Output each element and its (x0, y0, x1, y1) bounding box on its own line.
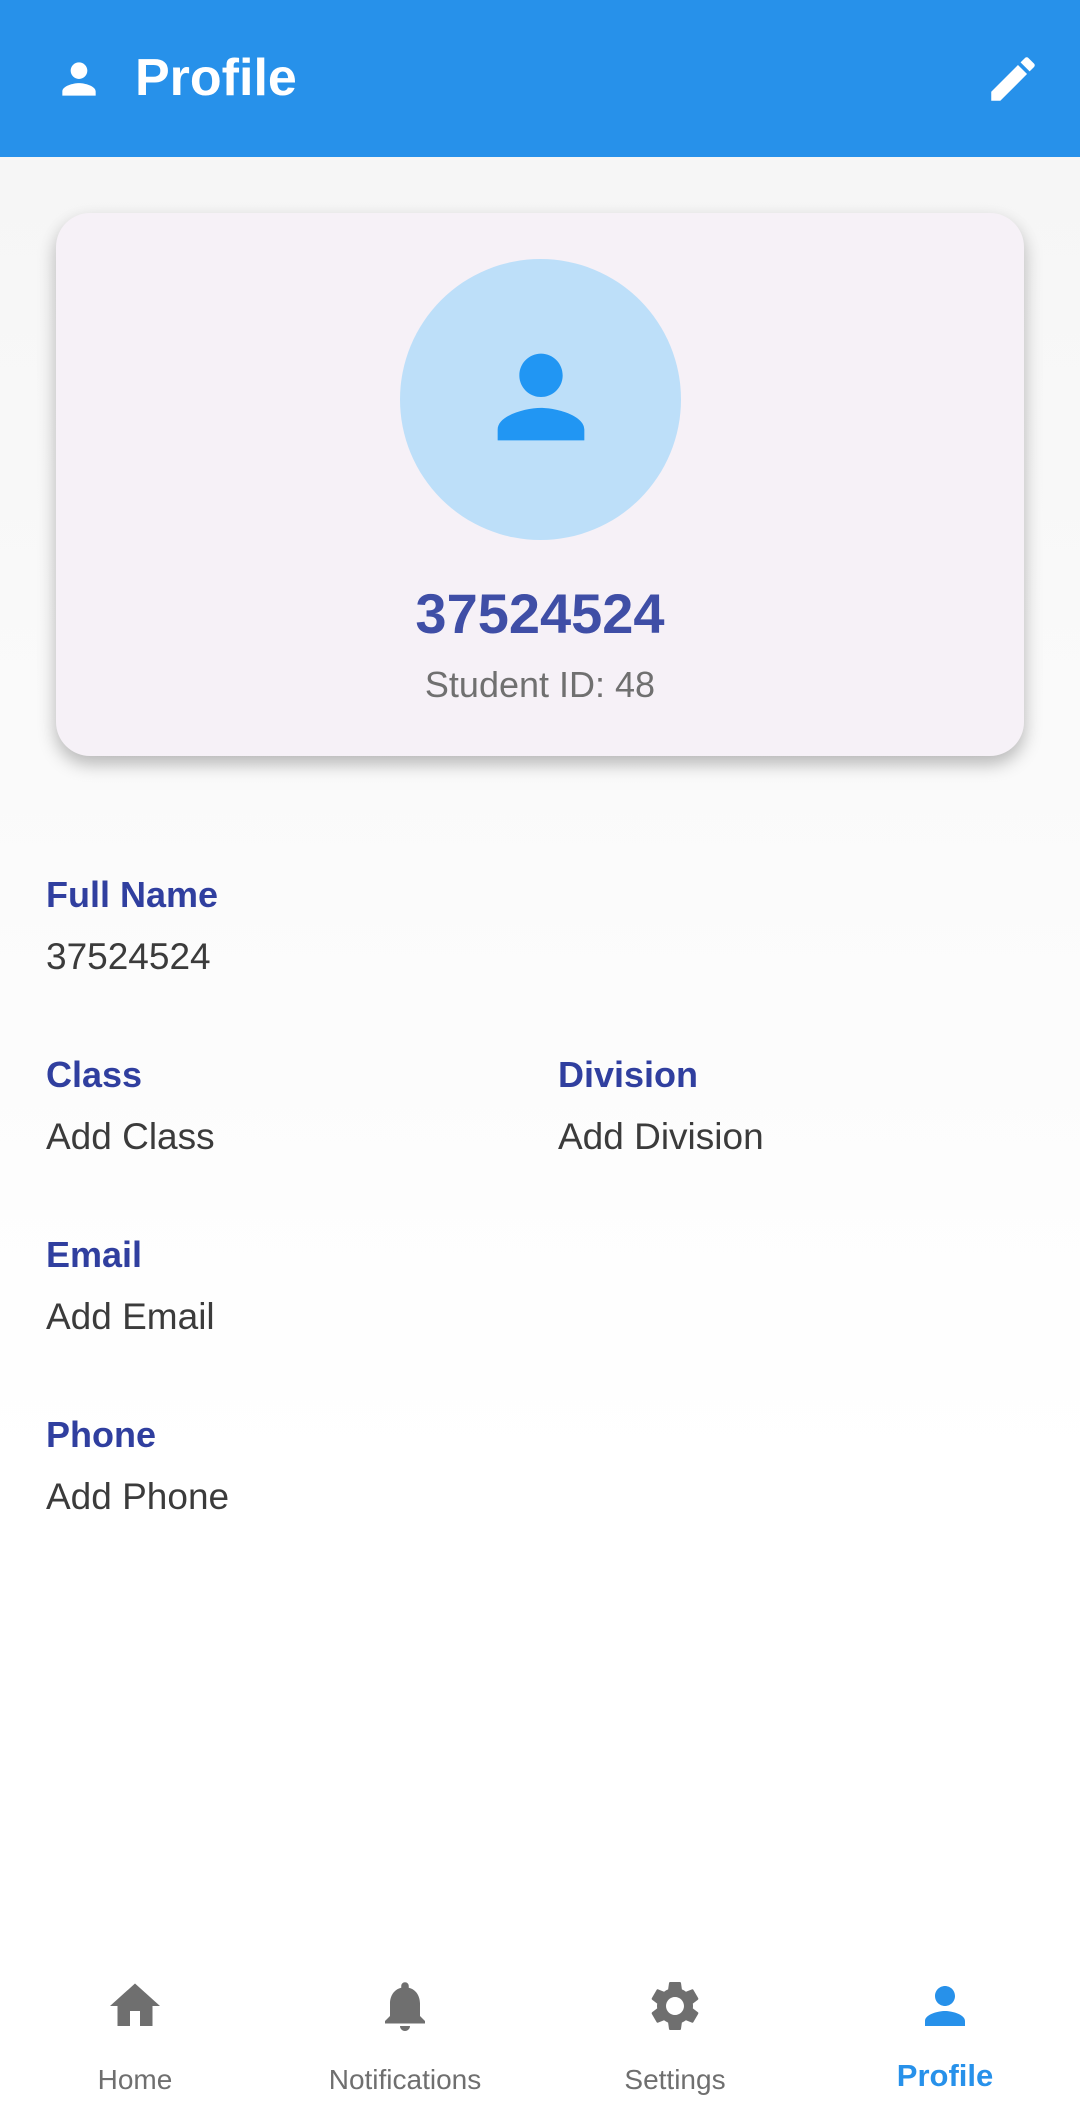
class-label: Class (46, 1054, 143, 1095)
home-icon (105, 1976, 165, 2036)
phone-label: Phone (46, 1414, 157, 1455)
app-bar: Profile (0, 0, 1080, 157)
person-icon (915, 1976, 975, 2036)
edit-button[interactable] (978, 46, 1048, 116)
bottom-navigation: Home Notifications Settings Profile (0, 1948, 1080, 2106)
nav-label-settings: Settings (624, 2064, 726, 2095)
full-name-label: Full Name (46, 874, 219, 915)
nav-item-settings[interactable]: Settings (540, 1948, 810, 2106)
nav-item-home[interactable]: Home (0, 1948, 270, 2106)
profile-name: 37524524 (415, 582, 665, 645)
phone-value: Add Phone (46, 1476, 230, 1517)
email-label: Email (46, 1234, 143, 1275)
profile-card: 37524524 Student ID: 48 (56, 213, 1024, 756)
person-icon (54, 54, 104, 104)
email-value: Add Email (46, 1296, 215, 1337)
nav-label-home: Home (97, 2064, 173, 2095)
student-id: Student ID: 48 (424, 664, 656, 705)
person-icon (476, 332, 606, 467)
bell-icon (375, 1976, 435, 2036)
full-name-value: 37524524 (46, 936, 211, 977)
division-value: Add Division (558, 1116, 764, 1157)
nav-item-notifications[interactable]: Notifications (270, 1948, 540, 2106)
nav-label-profile: Profile (896, 2058, 994, 2093)
avatar (400, 259, 681, 540)
page-title: Profile (135, 49, 297, 107)
gear-icon (645, 1976, 705, 2036)
edit-pencil-icon (984, 50, 1042, 113)
class-value: Add Class (46, 1116, 215, 1157)
division-label: Division (558, 1054, 699, 1095)
nav-label-notifications: Notifications (328, 2064, 482, 2095)
nav-item-profile[interactable]: Profile (810, 1948, 1080, 2106)
